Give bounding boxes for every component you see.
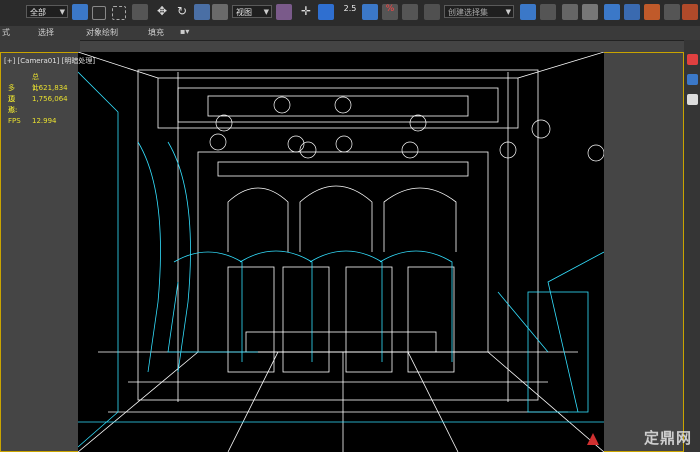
select-by-name-icon[interactable] — [92, 6, 106, 20]
chevron-down-icon: ▼ — [505, 8, 511, 16]
polys-value: 1,621,834 — [32, 84, 68, 92]
watermark-logo — [587, 433, 599, 445]
ribbon-bar: 式 选择 对象绘制 填充 ▪▾ — [0, 26, 700, 41]
ribbon-options-icon[interactable]: ▪▾ — [180, 27, 189, 36]
spinner-snap-icon[interactable] — [402, 4, 418, 20]
rectangular-region-icon[interactable] — [112, 6, 126, 20]
scale-icon[interactable] — [194, 4, 210, 20]
schematic-view-icon[interactable] — [624, 4, 640, 20]
selection-filter-value: 全部 — [30, 8, 46, 17]
material-editor-icon[interactable] — [644, 4, 660, 20]
selection-filter-dropdown[interactable]: 全部 ▼ — [26, 5, 68, 18]
fps-label: FPS — [8, 117, 21, 125]
command-panel-icon[interactable] — [687, 54, 698, 65]
ribbon-tab-selection[interactable]: 选择 — [38, 27, 54, 38]
layer-manager-icon[interactable] — [562, 4, 578, 20]
verts-label: 顶点: — [8, 95, 18, 114]
move-icon[interactable]: ✥ — [154, 4, 170, 20]
curve-editor-icon[interactable] — [604, 4, 620, 20]
pivot-icon[interactable] — [276, 4, 292, 20]
named-selection-field[interactable]: 创建选择集 ▼ — [444, 5, 514, 18]
render-setup-icon[interactable] — [664, 4, 680, 20]
fps-value: 12.994 — [32, 117, 57, 125]
reference-coord-dropdown[interactable]: 视图 ▼ — [232, 5, 272, 18]
verts-value: 1,756,064 — [32, 95, 68, 103]
viewport-label[interactable]: [+] [Camera01] [明暗处理] — [4, 56, 95, 66]
main-toolbar: 全部 ▼ ✥ ↻ 视图 ▼ ✛ 2.5 % 创建选择集 ▼ — [0, 0, 700, 27]
angle-snap-icon[interactable] — [362, 4, 378, 20]
snap-toggle-icon[interactable]: 2.5 — [342, 4, 358, 20]
select-manipulate-icon[interactable]: ✛ — [298, 4, 314, 20]
place-icon[interactable] — [212, 4, 228, 20]
ribbon-tab-modeling[interactable]: 式 — [2, 27, 10, 38]
command-panel-icon[interactable] — [687, 94, 698, 105]
align-icon[interactable] — [540, 4, 556, 20]
wireframe-scene — [78, 52, 604, 452]
ribbon-tab-populate[interactable]: 填充 — [148, 27, 164, 38]
snap-value: 2.5 — [343, 4, 357, 13]
edit-named-selection-icon[interactable] — [424, 4, 440, 20]
camera-viewport[interactable] — [78, 52, 604, 452]
reference-coord-value: 视图 — [236, 8, 252, 17]
keyboard-shortcut-icon[interactable] — [318, 4, 334, 20]
command-panel-icon[interactable] — [687, 74, 698, 85]
watermark-text: 定鼎网 — [643, 429, 692, 447]
named-selection-placeholder: 创建选择集 — [448, 8, 488, 17]
ribbon-tab-object-paint[interactable]: 对象绘制 — [86, 27, 118, 38]
rotate-icon[interactable]: ↻ — [174, 4, 190, 20]
select-object-icon[interactable] — [72, 4, 88, 20]
mirror-icon[interactable] — [520, 4, 536, 20]
render-icon[interactable] — [682, 4, 698, 20]
chevron-down-icon: ▼ — [59, 8, 65, 16]
percent-snap-icon[interactable]: % — [382, 4, 398, 20]
chevron-down-icon: ▼ — [263, 8, 269, 16]
window-crossing-icon[interactable] — [132, 4, 148, 20]
command-panel — [684, 40, 700, 452]
scene-explorer-icon[interactable] — [582, 4, 598, 20]
